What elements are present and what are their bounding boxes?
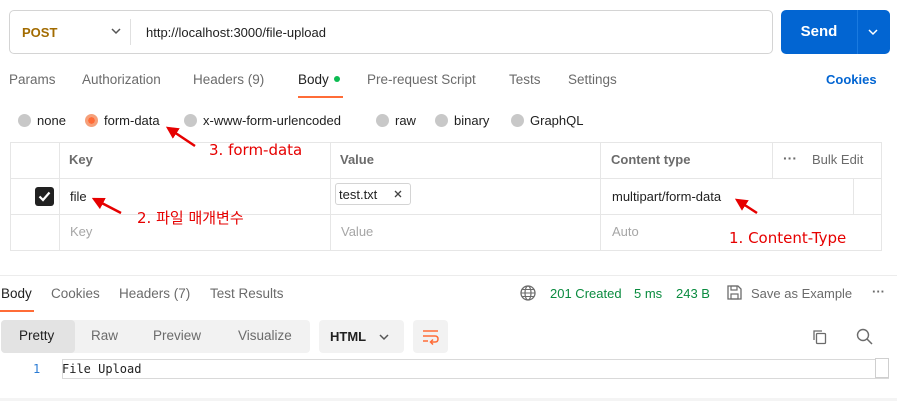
response-time[interactable]: 5 ms xyxy=(634,286,662,301)
language-select[interactable]: HTML xyxy=(319,320,404,353)
response-tab-body[interactable]: Body xyxy=(1,286,32,301)
view-pretty[interactable]: Pretty xyxy=(19,328,54,343)
arrow-content-type xyxy=(734,198,758,215)
copy-icon[interactable] xyxy=(811,328,829,346)
language-label: HTML xyxy=(330,329,367,344)
annotation-file-param: 2. 파일 매개변수 xyxy=(137,209,244,227)
wrap-lines-icon xyxy=(423,330,439,345)
save-icon[interactable] xyxy=(726,284,743,301)
code-editor[interactable] xyxy=(62,359,889,379)
globe-icon[interactable] xyxy=(519,284,537,302)
response-tab-headers[interactable]: Headers (7) xyxy=(119,286,190,301)
active-tab-underline xyxy=(0,310,34,312)
divider xyxy=(0,275,897,276)
arrow-file-param xyxy=(91,197,122,215)
response-code: File Upload xyxy=(62,362,142,376)
view-visualize[interactable]: Visualize xyxy=(238,328,292,343)
save-as-example-button[interactable]: Save as Example xyxy=(751,286,852,301)
chevron-down-icon xyxy=(379,334,389,341)
view-preview[interactable]: Preview xyxy=(153,328,201,343)
scrollbar[interactable] xyxy=(875,358,889,378)
view-raw[interactable]: Raw xyxy=(91,328,118,343)
status-code[interactable]: 201 Created xyxy=(550,286,622,301)
response-size[interactable]: 243 B xyxy=(676,286,710,301)
annotation-form-data: 3. form-data xyxy=(209,141,303,159)
line-number: 1 xyxy=(33,362,41,376)
arrow-form-data xyxy=(165,126,196,148)
more-options-icon[interactable]: ··· xyxy=(872,284,885,299)
search-icon[interactable] xyxy=(855,327,874,346)
wrap-lines-button[interactable] xyxy=(413,320,448,353)
response-tab-test-results[interactable]: Test Results xyxy=(210,286,284,301)
response-tab-cookies[interactable]: Cookies xyxy=(51,286,100,301)
annotation-content-type: 1. Content-Type xyxy=(729,229,847,247)
